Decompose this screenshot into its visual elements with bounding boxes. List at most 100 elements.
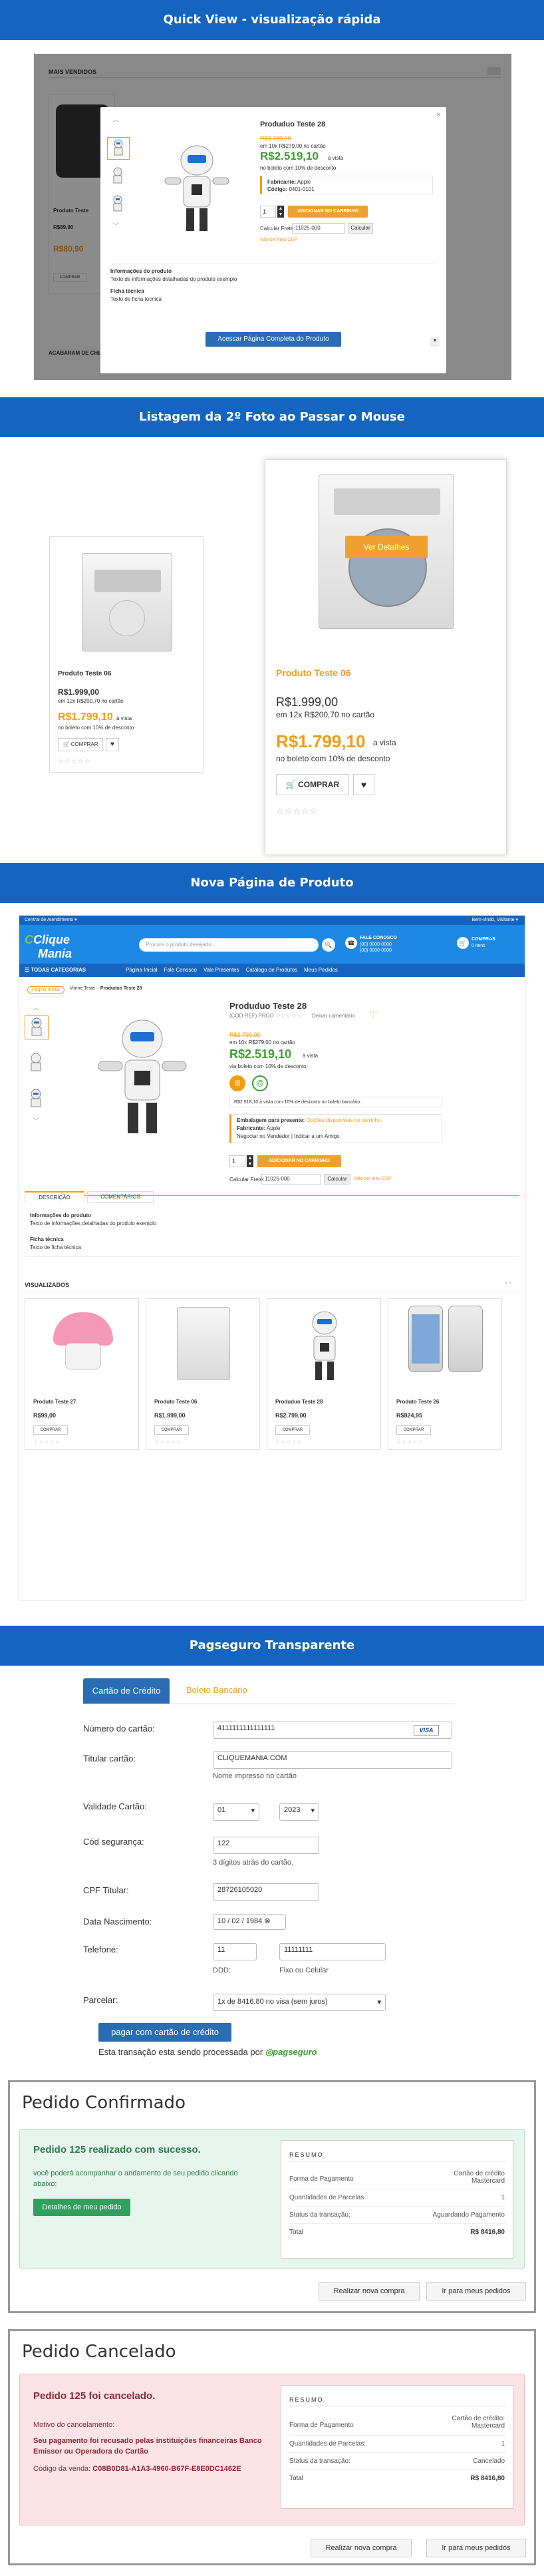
topbar-left[interactable]: Central de Atendimento ▾	[25, 917, 77, 922]
viewed-card[interactable]: Produto Teste 27 R$99,00 COMPRAR ☆☆☆☆☆	[25, 1298, 139, 1450]
heart-icon[interactable]: ♡	[369, 1009, 378, 1020]
cvv-input[interactable]: 122	[213, 1837, 319, 1854]
calc-shipping-button[interactable]: Calcular	[324, 1174, 350, 1185]
cart-title[interactable]: COMPRAS	[472, 937, 495, 942]
carousel-arrows-icon[interactable]: ‹ ›	[505, 1279, 511, 1286]
qty-stepper[interactable]: ▲ ▼	[247, 1155, 253, 1167]
tab-comments[interactable]: COMENTÁRIOS	[87, 1191, 154, 1203]
buy-button[interactable]: COMPRAR	[33, 1425, 68, 1435]
buy-button[interactable]: 🛒 COMPRAR	[276, 774, 349, 795]
pay-button[interactable]: pagar com cartão de crédito	[98, 2023, 231, 2042]
thumb-3[interactable]	[107, 194, 130, 216]
add-to-cart-button[interactable]: ADICIONAR NO CARRINHO	[257, 1155, 341, 1167]
buy-button[interactable]: 🛒 COMPRAR	[58, 738, 103, 751]
product-card-hover[interactable]: Ver Detalhes Produto Teste 06 R$1.999,00…	[265, 459, 507, 855]
reg1[interactable]: Negociar no Vendedor	[237, 1133, 290, 1139]
cep-link[interactable]: Não sei meu CEP	[260, 238, 297, 242]
qty-input[interactable]: 1	[229, 1155, 245, 1167]
view-details-button[interactable]: Ver Detalhes	[345, 536, 428, 558]
topbar: Central de Atendimento ▾ Bem-vindo, Visi…	[19, 916, 525, 925]
thumb-down-arrow-icon[interactable]: ﹀	[112, 220, 119, 230]
main-product-image	[164, 145, 229, 231]
qty-input[interactable]: 1	[260, 206, 276, 218]
code-value: 0401-0101	[289, 186, 315, 192]
thumb-2[interactable]	[25, 1051, 49, 1075]
thumb-up-arrow-icon[interactable]: ︿	[112, 114, 119, 124]
month-select[interactable]: 01 ▾	[213, 1803, 259, 1821]
scroll-down-icon[interactable]: ▾	[430, 337, 440, 347]
main-product-image	[98, 1019, 187, 1133]
cep-input[interactable]: 11025-000	[292, 223, 345, 234]
buy-button[interactable]: COMPRAR	[275, 1425, 310, 1435]
qty-stepper[interactable]: ▲ ▼	[277, 206, 284, 218]
my-orders-button[interactable]: Ir para meus pedidos	[426, 2539, 526, 2557]
search-input[interactable]: Procure o produto desejado...	[139, 938, 319, 952]
nav-item[interactable]: Catálogo de Produtos	[246, 967, 297, 973]
birth-input[interactable]: 10 / 02 / 1984 ⊗	[213, 1914, 286, 1930]
full-product-page-button[interactable]: Acessar Página Completa do Produto	[205, 332, 341, 347]
holder-input[interactable]: CLIQUEMANIA.COM	[213, 1751, 452, 1769]
viewed-name[interactable]: Produto Teste 26	[396, 1399, 439, 1405]
viewed-name[interactable]: Produto Teste 27	[33, 1399, 76, 1405]
viewed-card[interactable]: Produduo Teste 28 R$2.799,00 COMPRAR ☆☆☆…	[267, 1298, 381, 1450]
new-purchase-button[interactable]: Realizar nova compra	[319, 2282, 420, 2300]
cash-price: R$2.519,10	[229, 1047, 292, 1061]
order-details-button[interactable]: Detalhes de meu pedido	[33, 2199, 130, 2216]
tab-boleto[interactable]: Boleto Bancário	[186, 1685, 247, 1695]
viewed-price: R$99,00	[33, 1412, 57, 1419]
product-name[interactable]: Produto Teste 06	[58, 670, 111, 677]
buy-button[interactable]: COMPRAR	[154, 1425, 189, 1435]
comment-link[interactable]: Deixar comentário	[312, 1013, 355, 1019]
nav-item[interactable]: Página Inicial	[126, 967, 158, 973]
viewed-card[interactable]: Produto Teste 06 R$1.999,00 COMPRAR ☆☆☆☆…	[146, 1298, 260, 1450]
search-icon[interactable]: 🔍	[322, 938, 335, 952]
tab-credit-card[interactable]: Cartão de Crédito	[83, 1678, 170, 1704]
viewed-name[interactable]: Produto Teste 06	[154, 1399, 197, 1405]
cep-link[interactable]: Não sei meu CEP	[354, 1177, 392, 1181]
breadcrumb-home[interactable]: Página Inicial	[27, 986, 65, 994]
ddd-input[interactable]: 11	[213, 1943, 257, 1960]
cash-price: R$1.799,10	[276, 731, 366, 751]
buy-button[interactable]: COMPRAR	[396, 1425, 431, 1435]
logo[interactable]: CClique Mania	[25, 933, 72, 961]
breadcrumb-category[interactable]: Vitrine Teste	[70, 986, 95, 994]
calc-shipping-button[interactable]: Calcular	[348, 223, 373, 234]
year-select[interactable]: 2023 ▾	[279, 1803, 319, 1821]
heart-icon[interactable]: ♥	[353, 774, 374, 795]
viewed-card[interactable]: Produto Teste 26 R$824,95 COMPRAR ☆☆☆☆☆	[388, 1298, 502, 1450]
thumb-3[interactable]	[25, 1087, 49, 1111]
topbar-right[interactable]: Bem-vindo, Visitante ▾	[472, 917, 518, 922]
close-icon[interactable]: ×	[436, 110, 441, 119]
categories-menu[interactable]: ☰ TODAS CATEGORIAS	[25, 967, 86, 973]
reg2[interactable]: Indicar a um Amigo	[294, 1133, 339, 1139]
tab-description[interactable]: DESCRIÇÃO	[25, 1191, 84, 1203]
quickview-section: MAIS VENDIDOS Produto Teste R$89,90 R$80…	[33, 53, 511, 380]
thumb-up-arrow-icon[interactable]: ︿	[33, 1002, 39, 1012]
my-orders-button[interactable]: Ir para meus pedidos	[426, 2282, 526, 2300]
product-name[interactable]: Produto Teste 06	[276, 667, 351, 678]
parcel-select[interactable]: 1x de 8416.80 no visa (sem juros) ▾	[213, 1994, 386, 2011]
cep-input[interactable]: 11025-000	[261, 1174, 321, 1185]
viewed-name[interactable]: Produduo Teste 28	[275, 1399, 323, 1405]
add-to-cart-button[interactable]: ADICIONAR NO CARRINHO	[288, 206, 368, 218]
thumb-1[interactable]	[25, 1015, 49, 1039]
heart-icon[interactable]: ♥	[106, 738, 119, 751]
new-purchase-button[interactable]: Realizar nova compra	[311, 2539, 412, 2557]
buy-label: COMPRAR	[298, 780, 340, 789]
buy-label: COMPRAR	[70, 741, 98, 747]
phone-input[interactable]: 11111111	[279, 1943, 386, 1960]
robot-thumb-icon	[31, 1053, 41, 1071]
summary-key: Total	[289, 2475, 304, 2482]
nav-item[interactable]: Meus Pedidos	[304, 967, 338, 973]
thumb-down-arrow-icon[interactable]: ﹀	[33, 1115, 39, 1125]
reason-label: Motivo do cancelamento:	[33, 2421, 115, 2429]
thumb-2[interactable]	[107, 166, 130, 188]
product-card-small[interactable]: Produto Teste 06 R$1.999,00 em 12x R$200…	[49, 536, 204, 773]
cpf-input[interactable]: 28726105020	[213, 1883, 319, 1901]
cart-icon[interactable]: 🛒	[457, 937, 469, 949]
summary-value: Cartão de crédito: Mastercard	[452, 2415, 505, 2430]
nav-item[interactable]: Fale Conosco	[164, 967, 197, 973]
product-title: Produduo Teste 28	[229, 1001, 307, 1011]
thumb-1[interactable]	[107, 137, 130, 160]
nav-item[interactable]: Vale Presentes	[204, 967, 239, 973]
